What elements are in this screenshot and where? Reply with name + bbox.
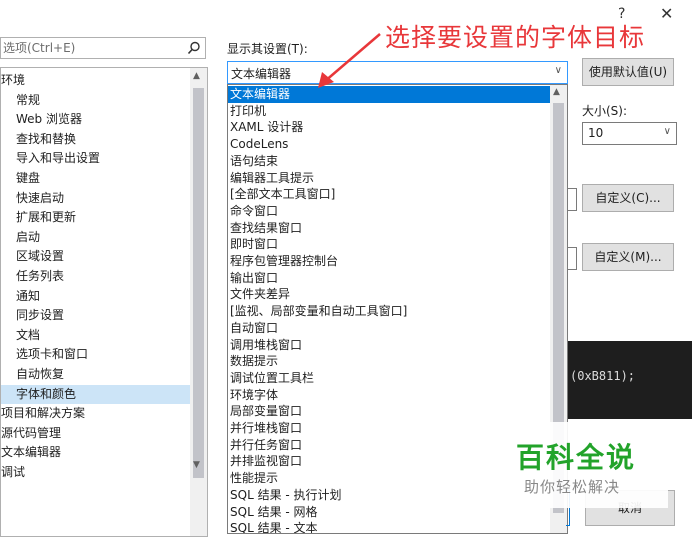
tree-item[interactable]: 区域设置: [1, 247, 191, 266]
tree-item[interactable]: 键盘: [1, 169, 191, 188]
tree-scroll-thumb[interactable]: [193, 88, 204, 478]
options-tree: 环境 常规 Web 浏览器 查找和替换 导入和导出设置 键盘 快速启动 扩展和更新 启动 区域设置…: [0, 67, 208, 537]
tree-item[interactable]: 查找和替换: [1, 130, 191, 149]
list-option[interactable]: 查找结果窗口: [228, 220, 552, 237]
search-input[interactable]: [1, 38, 185, 58]
search-icon[interactable]: [187, 41, 201, 55]
list-option[interactable]: 环境字体: [228, 387, 552, 404]
list-option[interactable]: 局部变量窗口: [228, 403, 552, 420]
size-value: 10: [588, 126, 604, 140]
tree-item[interactable]: 文本编辑器: [1, 443, 191, 462]
tree-scrollbar[interactable]: ▲ ▼: [190, 68, 207, 536]
tree-item[interactable]: 任务列表: [1, 267, 191, 286]
sample-preview: (0xB811);: [568, 341, 692, 419]
scroll-up-arrow-icon[interactable]: ▲: [553, 87, 560, 97]
tree-item[interactable]: 导入和导出设置: [1, 149, 191, 168]
list-option[interactable]: 文本编辑器: [228, 86, 552, 103]
list-option[interactable]: 调试位置工具栏: [228, 370, 552, 387]
list-option[interactable]: 语句结束: [228, 153, 552, 170]
tree-item[interactable]: 源代码管理: [1, 424, 191, 443]
tree-item[interactable]: 快速启动: [1, 189, 191, 208]
list-option[interactable]: 文件夹差异: [228, 286, 552, 303]
list-option[interactable]: [全部文本工具窗口]: [228, 186, 552, 203]
list-option[interactable]: 调用堆栈窗口: [228, 337, 552, 354]
search-box: [0, 37, 206, 59]
list-option[interactable]: 编辑器工具提示: [228, 170, 552, 187]
list-option[interactable]: SQL 结果 - 文本: [228, 520, 552, 533]
tree-item[interactable]: 同步设置: [1, 306, 191, 325]
dropdown-selected-value: 文本编辑器: [231, 67, 292, 81]
preview-code-text: (0xB811);: [570, 369, 636, 383]
custom-background-button[interactable]: 自定义(M)...: [582, 243, 674, 271]
tree-item[interactable]: 调试: [1, 463, 191, 482]
tree-item[interactable]: 文档: [1, 326, 191, 345]
list-option[interactable]: 程序包管理器控制台: [228, 253, 552, 270]
size-dropdown[interactable]: 10 ∨: [582, 122, 677, 145]
chevron-down-icon: ∨: [663, 126, 671, 137]
tree-item[interactable]: 自动恢复: [1, 365, 191, 384]
tree-item[interactable]: Web 浏览器: [1, 110, 191, 129]
watermark: 百科全说 助你轻松解决: [502, 422, 668, 508]
item-background-dropdown[interactable]: [567, 247, 577, 270]
list-option[interactable]: XAML 设计器: [228, 119, 552, 136]
tree-item[interactable]: 项目和解决方案: [1, 404, 191, 423]
tree-item[interactable]: 字体和颜色: [1, 384, 191, 404]
tree-item[interactable]: 启动: [1, 228, 191, 247]
tree-item[interactable]: 环境: [1, 71, 191, 90]
scroll-up-arrow-icon[interactable]: ▲: [193, 71, 200, 81]
annotation-arrow-icon: [318, 33, 381, 88]
list-option[interactable]: 命令窗口: [228, 203, 552, 220]
list-option[interactable]: [监视、局部变量和自动工具窗口]: [228, 303, 552, 320]
tree-item[interactable]: 常规: [1, 91, 191, 110]
watermark-subtitle: 助你轻松解决: [524, 478, 621, 496]
list-option[interactable]: 输出窗口: [228, 270, 552, 287]
display-settings-label: 显示其设置(T):: [227, 42, 308, 56]
item-foreground-dropdown[interactable]: [567, 188, 577, 211]
list-option[interactable]: 数据提示: [228, 353, 552, 370]
tree-item[interactable]: 通知: [1, 287, 191, 306]
tree-item[interactable]: 选项卡和窗口: [1, 345, 191, 364]
scroll-down-arrow-icon[interactable]: ▼: [193, 460, 200, 470]
list-option[interactable]: 即时窗口: [228, 236, 552, 253]
size-label: 大小(S):: [582, 104, 628, 118]
chevron-down-icon: ∨: [554, 65, 562, 76]
close-button[interactable]: ✕: [660, 4, 673, 23]
display-settings-dropdown[interactable]: 文本编辑器 ∨: [227, 61, 568, 84]
list-option[interactable]: CodeLens: [228, 136, 552, 153]
list-option[interactable]: 打印机: [228, 103, 552, 120]
watermark-title: 百科全说: [516, 441, 637, 474]
annotation-text: 选择要设置的字体目标: [385, 23, 646, 52]
custom-foreground-button[interactable]: 自定义(C)...: [582, 184, 674, 212]
tree-item[interactable]: 扩展和更新: [1, 208, 191, 227]
use-default-button[interactable]: 使用默认值(U): [582, 58, 674, 86]
list-option[interactable]: 自动窗口: [228, 320, 552, 337]
